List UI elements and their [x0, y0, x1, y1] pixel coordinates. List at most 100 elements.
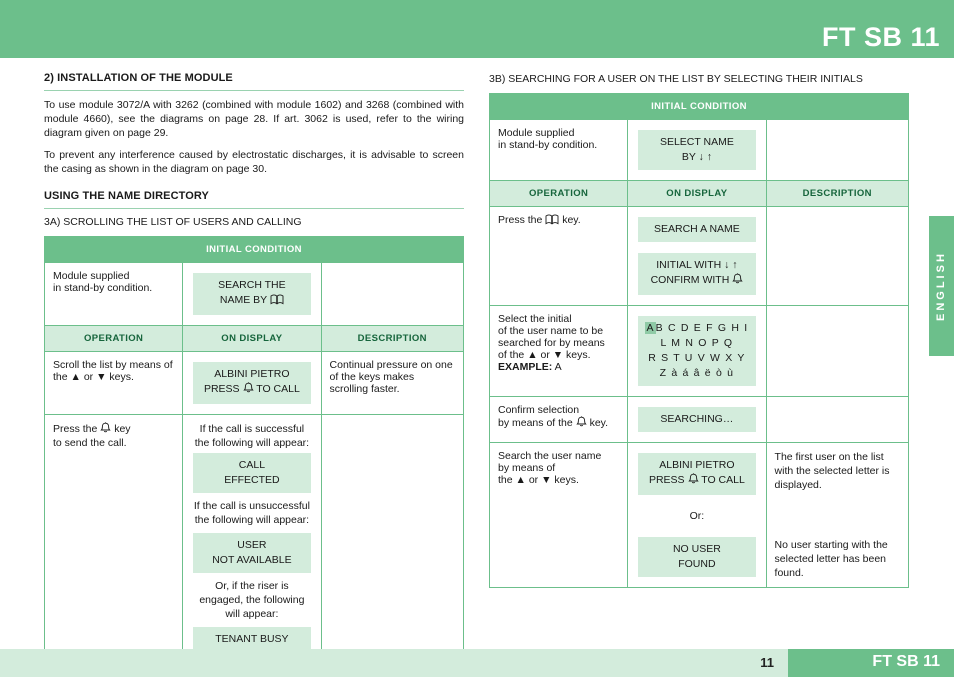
cell-display: If the call is successful the following …: [182, 414, 322, 663]
text-line: to send the call.: [53, 437, 127, 449]
lcd-line: TENANT BUSY: [215, 633, 289, 645]
cell-operation: Press the key to send the call.: [43, 414, 184, 663]
table-row: INITIAL CONDITION: [489, 93, 909, 120]
header-on-display: ON DISPLAY: [182, 325, 322, 352]
lcd-line: SEARCHING…: [660, 413, 734, 425]
text-line: of the user name to be: [498, 325, 604, 337]
cell-display: ALBINI PIETRO PRESS TO CALL: [627, 442, 767, 588]
text-line: Module supplied: [53, 270, 130, 282]
description-text: The first user on the list with the sele…: [774, 451, 890, 491]
header-description: DESCRIPTION: [765, 180, 910, 207]
lcd-line-text: TO CALL: [701, 474, 745, 486]
cell-display: SEARCH THE NAME BY: [182, 262, 322, 326]
text-line: the ▲ or ▼ keys.: [498, 474, 579, 486]
lcd-line-text: CONFIRM WITH: [650, 274, 730, 286]
display-note: Or, if the riser is engaged, the followi…: [199, 580, 305, 620]
section-heading-installation: 2) INSTALLATION OF THE MODULE: [44, 72, 233, 84]
lcd-line: FOUND: [678, 558, 716, 570]
header-on-display: ON DISPLAY: [627, 180, 767, 207]
bell-icon: [100, 422, 111, 437]
procedure-table-3b: INITIAL CONDITION Module supplied in sta…: [488, 93, 910, 588]
page-title: FT SB 11: [821, 22, 940, 52]
description-text: No user starting with the selected lette…: [774, 539, 888, 579]
cell-operation: Search the user name by means of the ▲ o…: [488, 442, 629, 588]
table-row: Confirm selection by means of the key. S…: [488, 396, 910, 443]
text-fragment: Press the: [53, 423, 98, 435]
text-fragment: key.: [589, 417, 609, 429]
divider: [44, 208, 464, 209]
alphabet-selector: AB C D E F G H I L M N O P Q R S T U V W…: [638, 316, 756, 386]
table-row: Press the key to send the call. If the c…: [43, 414, 465, 663]
book-icon: [270, 294, 284, 310]
section-heading-name-directory: USING THE NAME DIRECTORY: [44, 190, 209, 202]
header-operation: OPERATION: [43, 325, 184, 352]
lcd-line-text: PRESS: [203, 383, 240, 395]
alphabet-line: R S T U V W X Y Z à á â ë ò ù: [648, 352, 746, 379]
text-line: Module supplied: [498, 127, 575, 139]
text-line: searched for by means: [498, 337, 605, 349]
table-row: Module supplied in stand-by condition. S…: [43, 262, 465, 326]
lcd-line: PRESS TO CALL: [644, 473, 749, 490]
lcd-line: SEARCH A NAME: [654, 223, 740, 235]
text-line: by means of: [498, 462, 556, 474]
lcd-screen: CALL EFFECTED: [193, 453, 311, 493]
lcd-line: BY ↓ ↑: [681, 151, 712, 163]
caption-3a: 3A) SCROLLING THE LIST OF USERS AND CALL…: [44, 216, 302, 228]
left-column: 2) INSTALLATION OF THE MODULE To use mod…: [43, 72, 465, 663]
lcd-line: USER: [237, 539, 267, 551]
lcd-screen: INITIAL WITH ↓ ↑ CONFIRM WITH: [638, 253, 756, 295]
header-description: DESCRIPTION: [320, 325, 465, 352]
text-line: by means of the key.: [498, 416, 619, 431]
lcd-screen: ALBINI PIETRO PRESS TO CALL: [638, 453, 756, 495]
lcd-line: EFFECTED: [224, 474, 280, 486]
initial-condition-band: INITIAL CONDITION: [44, 236, 464, 263]
text-line: Press the key: [53, 422, 174, 437]
table-row: Search the user name by means of the ▲ o…: [488, 442, 910, 588]
cell-description: [320, 414, 465, 663]
lcd-screen: SELECT NAME BY ↓ ↑: [638, 130, 756, 170]
table-row: Module supplied in stand-by condition. S…: [488, 119, 910, 181]
cell-display: AB C D E F G H I L M N O P Q R S T U V W…: [627, 305, 767, 397]
table-row: Select the initial of the user name to b…: [488, 305, 910, 397]
cell-operation: Scroll the list by means of the ▲ or ▼ k…: [43, 351, 184, 415]
lcd-screen: NO USER FOUND: [638, 537, 756, 577]
text-line: Confirm selection: [498, 404, 580, 416]
display-note: If the call is unsuccessful the followin…: [193, 500, 310, 526]
lcd-line: INITIAL WITH ↓ ↑: [656, 259, 738, 271]
divider: [44, 90, 464, 91]
text-line: in stand-by condition.: [53, 282, 153, 294]
lcd-line: PRESS TO CALL: [199, 382, 304, 399]
lcd-line: NO USER: [672, 543, 721, 555]
selected-letter: A: [645, 322, 656, 334]
text-line: Press the key.: [498, 214, 619, 228]
book-icon: [545, 214, 559, 228]
lcd-line: CALL: [238, 459, 266, 471]
right-column: 3B) SEARCHING FOR A USER ON THE LIST BY …: [488, 72, 910, 588]
cell-description: Continual pressure on one of the keys ma…: [320, 351, 465, 415]
cell-description: [320, 262, 465, 326]
bell-icon: [732, 273, 743, 290]
paragraph-1: To use module 3072/A with 3262 (combined…: [44, 99, 464, 139]
bell-icon: [687, 473, 699, 490]
or-label: Or:: [689, 510, 705, 522]
lcd-screen: SEARCH THE NAME BY: [193, 273, 311, 315]
table-row: OPERATION ON DISPLAY DESCRIPTION: [43, 325, 465, 352]
cell-display: SEARCH A NAME INITIAL WITH ↓ ↑ CONFIRM W…: [627, 206, 767, 306]
lcd-line-text: PRESS: [648, 474, 685, 486]
footer-title: FT SB 11: [872, 653, 940, 670]
alphabet-rest: B C D E F G H I L M N O P Q: [655, 322, 749, 349]
cell-operation: Module supplied in stand-by condition.: [43, 262, 184, 326]
cell-description: [765, 206, 910, 306]
example-value: A: [554, 361, 562, 373]
bell-icon: [242, 382, 254, 399]
language-tab: ENGLISH: [929, 216, 954, 356]
lcd-line-text: NAME BY: [219, 294, 267, 306]
lcd-screen: ALBINI PIETRO PRESS TO CALL: [193, 362, 311, 404]
lcd-screen: SEARCH A NAME: [638, 217, 756, 242]
language-tab-label: ENGLISH: [935, 251, 947, 321]
lcd-line: SELECT NAME: [659, 136, 734, 148]
lcd-line: NOT AVAILABLE: [212, 554, 292, 566]
lcd-line: ALBINI PIETRO: [214, 368, 290, 380]
lcd-line: NAME BY: [199, 293, 304, 310]
text-line: in stand-by condition.: [498, 139, 598, 151]
